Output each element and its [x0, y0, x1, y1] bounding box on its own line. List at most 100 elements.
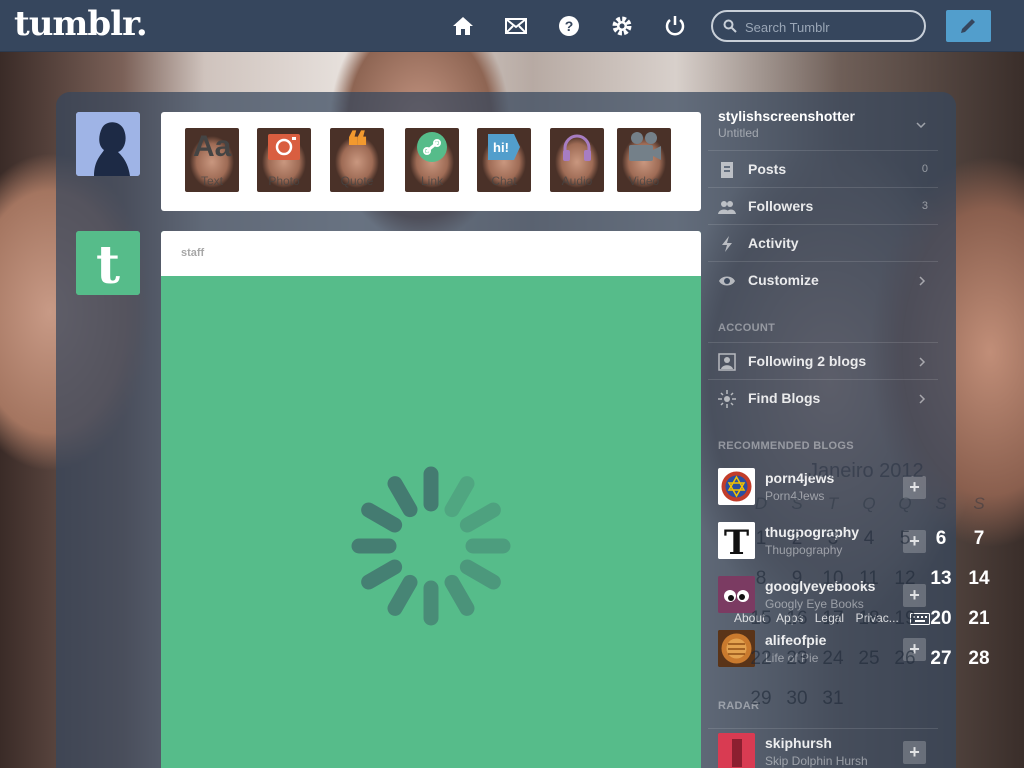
- svg-text:?: ?: [565, 18, 574, 34]
- calendar-day: 9: [791, 568, 803, 589]
- sidebar-item-label: Activity: [748, 235, 799, 251]
- radar-blog-name: skiphursh: [765, 735, 832, 751]
- search-box[interactable]: [711, 10, 926, 42]
- following-icon: [718, 353, 736, 371]
- calendar-day: 14: [968, 568, 990, 589]
- link-icon: [417, 132, 447, 162]
- chevron-right-icon: [919, 357, 926, 367]
- staff-post: staff: [161, 231, 701, 768]
- tumblr-logo[interactable]: tumblr.: [14, 4, 148, 44]
- follow-button[interactable]: +: [903, 741, 926, 764]
- video-camera-icon: [629, 132, 661, 161]
- post-author[interactable]: staff: [181, 247, 204, 259]
- calendar-day: 25: [858, 648, 880, 669]
- post-audio-button[interactable]: Audio: [550, 128, 604, 192]
- spinner-segment: [459, 502, 501, 533]
- chevron-right-icon: [919, 276, 926, 286]
- calendar-day: 8: [755, 568, 767, 589]
- radar-blog[interactable]: skiphursh Skip Dolphin Hursh +: [708, 728, 938, 768]
- calendar-day: 3: [827, 528, 839, 549]
- spinner-segment: [444, 476, 475, 518]
- loading-spinner-icon: [351, 466, 511, 626]
- sidebar-item-label: Following 2 blogs: [748, 353, 867, 369]
- gear-icon[interactable]: [610, 14, 634, 38]
- calendar-day: 29: [750, 688, 772, 709]
- calendar-day: 4: [863, 528, 875, 549]
- calendar-weekday: S: [973, 494, 985, 513]
- post-header: staff: [161, 231, 701, 276]
- post-chat-button[interactable]: hi! Chat: [477, 128, 531, 192]
- blog-thumbnail: [718, 733, 755, 768]
- calendar-weekday: T: [827, 494, 839, 513]
- silhouette-icon: [76, 112, 140, 176]
- calendar-day: 16: [786, 608, 808, 629]
- radar-blog-title: Skip Dolphin Hursh: [765, 754, 868, 768]
- staff-avatar[interactable]: t: [76, 231, 140, 295]
- calendar-day: 2: [791, 528, 803, 549]
- calendar-day: 24: [822, 648, 844, 669]
- power-icon[interactable]: [663, 14, 687, 38]
- calendar-weekday: S: [935, 494, 947, 513]
- tumblr-t-icon: t: [76, 231, 140, 295]
- search-icon: [723, 19, 737, 33]
- spinner-segment: [444, 574, 475, 616]
- calendar-day: 21: [968, 608, 990, 629]
- calendar-weekday: S: [791, 494, 803, 513]
- desktop-calendar-widget: Janeiro 2012 D S T Q Q S S 1 2 3 4 5 6 7 8 9 10 11 12 13 14 1…: [736, 456, 1006, 726]
- calendar-day: 18: [858, 608, 880, 629]
- post-link-button[interactable]: Link: [405, 128, 459, 192]
- calendar-day: 26: [894, 648, 916, 669]
- sidebar-item-activity[interactable]: Activity: [708, 224, 938, 261]
- post-type-label: Link: [420, 174, 443, 188]
- svg-text:t: t: [96, 235, 120, 295]
- post-photo-button[interactable]: Photo: [257, 128, 311, 192]
- calendar-day: 23: [786, 648, 808, 669]
- calendar-day: 10: [822, 568, 844, 589]
- calendar-day: 15: [750, 608, 772, 629]
- post-quote-button[interactable]: ❝ Quote: [330, 127, 384, 192]
- sidebar-item-find-blogs[interactable]: Find Blogs: [708, 379, 938, 416]
- posts-icon: [721, 162, 733, 178]
- post-text-button[interactable]: Aa Text: [185, 128, 239, 192]
- pencil-icon: [961, 19, 975, 33]
- mail-icon[interactable]: [504, 14, 528, 38]
- sidebar-item-count: 3: [921, 200, 928, 212]
- radar-image-icon: [718, 733, 755, 768]
- user-avatar[interactable]: [76, 112, 140, 176]
- blog-name[interactable]: stylishscreenshotter: [718, 108, 855, 124]
- sidebar-item-followers[interactable]: Followers 3: [708, 187, 938, 224]
- sidebar-item-label: Followers: [748, 198, 814, 214]
- calendar-weekday: D: [754, 494, 768, 513]
- post-type-label: Video: [628, 174, 660, 188]
- calendar-day: 27: [930, 648, 952, 669]
- chat-icon: hi!: [488, 134, 520, 160]
- sidebar-item-label: Customize: [748, 272, 819, 288]
- calendar-day: 28: [968, 648, 990, 669]
- calendar-day: 1: [755, 528, 767, 549]
- spinner-segment: [459, 559, 501, 590]
- help-icon[interactable]: ?: [557, 14, 581, 38]
- chevron-down-icon[interactable]: [916, 120, 926, 130]
- home-icon[interactable]: [451, 14, 475, 38]
- calendar-day: 17: [822, 608, 844, 629]
- sidebar-item-label: Posts: [748, 161, 787, 177]
- activity-icon: [722, 236, 732, 252]
- top-header: tumblr. ?: [0, 0, 1024, 52]
- calendar-day: 13: [930, 568, 952, 589]
- calendar-day: 30: [786, 688, 808, 709]
- calendar-day: 7: [973, 528, 985, 549]
- search-input[interactable]: [745, 17, 915, 37]
- spinner-segment: [361, 559, 403, 590]
- calendar-day: 12: [894, 568, 916, 589]
- chat-glyph: hi!: [493, 140, 509, 155]
- compose-button[interactable]: [946, 10, 991, 42]
- post-type-label: Chat: [491, 174, 517, 188]
- blog-title: Untitled: [718, 126, 759, 140]
- sidebar-item-posts[interactable]: Posts 0: [708, 150, 938, 187]
- spinner-segment: [387, 574, 418, 616]
- calendar-day: 11: [859, 568, 879, 589]
- post-video-button[interactable]: Video: [617, 128, 671, 192]
- text-icon: Aa: [193, 130, 232, 163]
- sidebar-item-following[interactable]: Following 2 blogs: [708, 342, 938, 379]
- sidebar-item-customize[interactable]: Customize: [708, 261, 938, 298]
